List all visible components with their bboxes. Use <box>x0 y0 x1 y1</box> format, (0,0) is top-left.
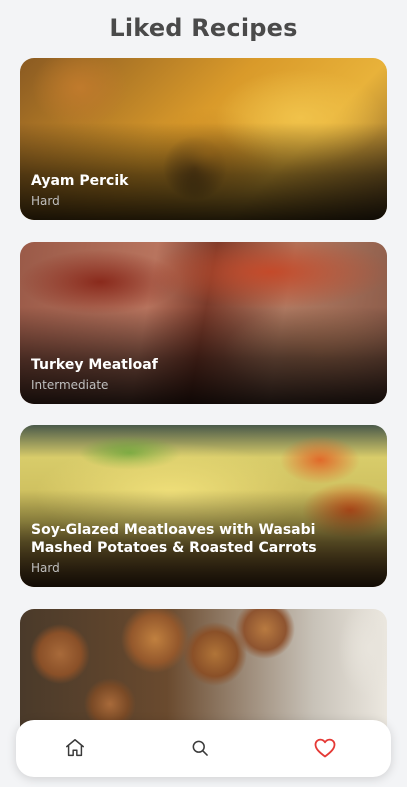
recipe-difficulty: Hard <box>31 561 60 575</box>
tab-home[interactable] <box>60 733 90 763</box>
recipe-name: Turkey Meatloaf <box>31 357 158 373</box>
home-icon <box>66 739 84 757</box>
heart-icon <box>314 738 336 758</box>
recipe-name: Ayam Percik <box>31 173 129 189</box>
recipe-difficulty: Intermediate <box>31 378 109 392</box>
bottom-tab-bar <box>16 720 391 777</box>
recipe-card[interactable]: Ayam Percik Hard <box>20 58 387 220</box>
recipe-card[interactable]: Turkey Meatloaf Intermediate <box>20 242 387 404</box>
recipe-difficulty: Hard <box>31 194 60 208</box>
search-icon <box>192 740 208 756</box>
page-title: Liked Recipes <box>109 14 298 42</box>
recipe-card[interactable]: Soy-Glazed Meatloaves with Wasabi Mashed… <box>20 425 387 587</box>
tab-liked[interactable] <box>310 733 340 763</box>
recipe-name: Soy-Glazed Meatloaves with Wasabi Mashed… <box>31 522 317 556</box>
tab-search[interactable] <box>185 733 215 763</box>
